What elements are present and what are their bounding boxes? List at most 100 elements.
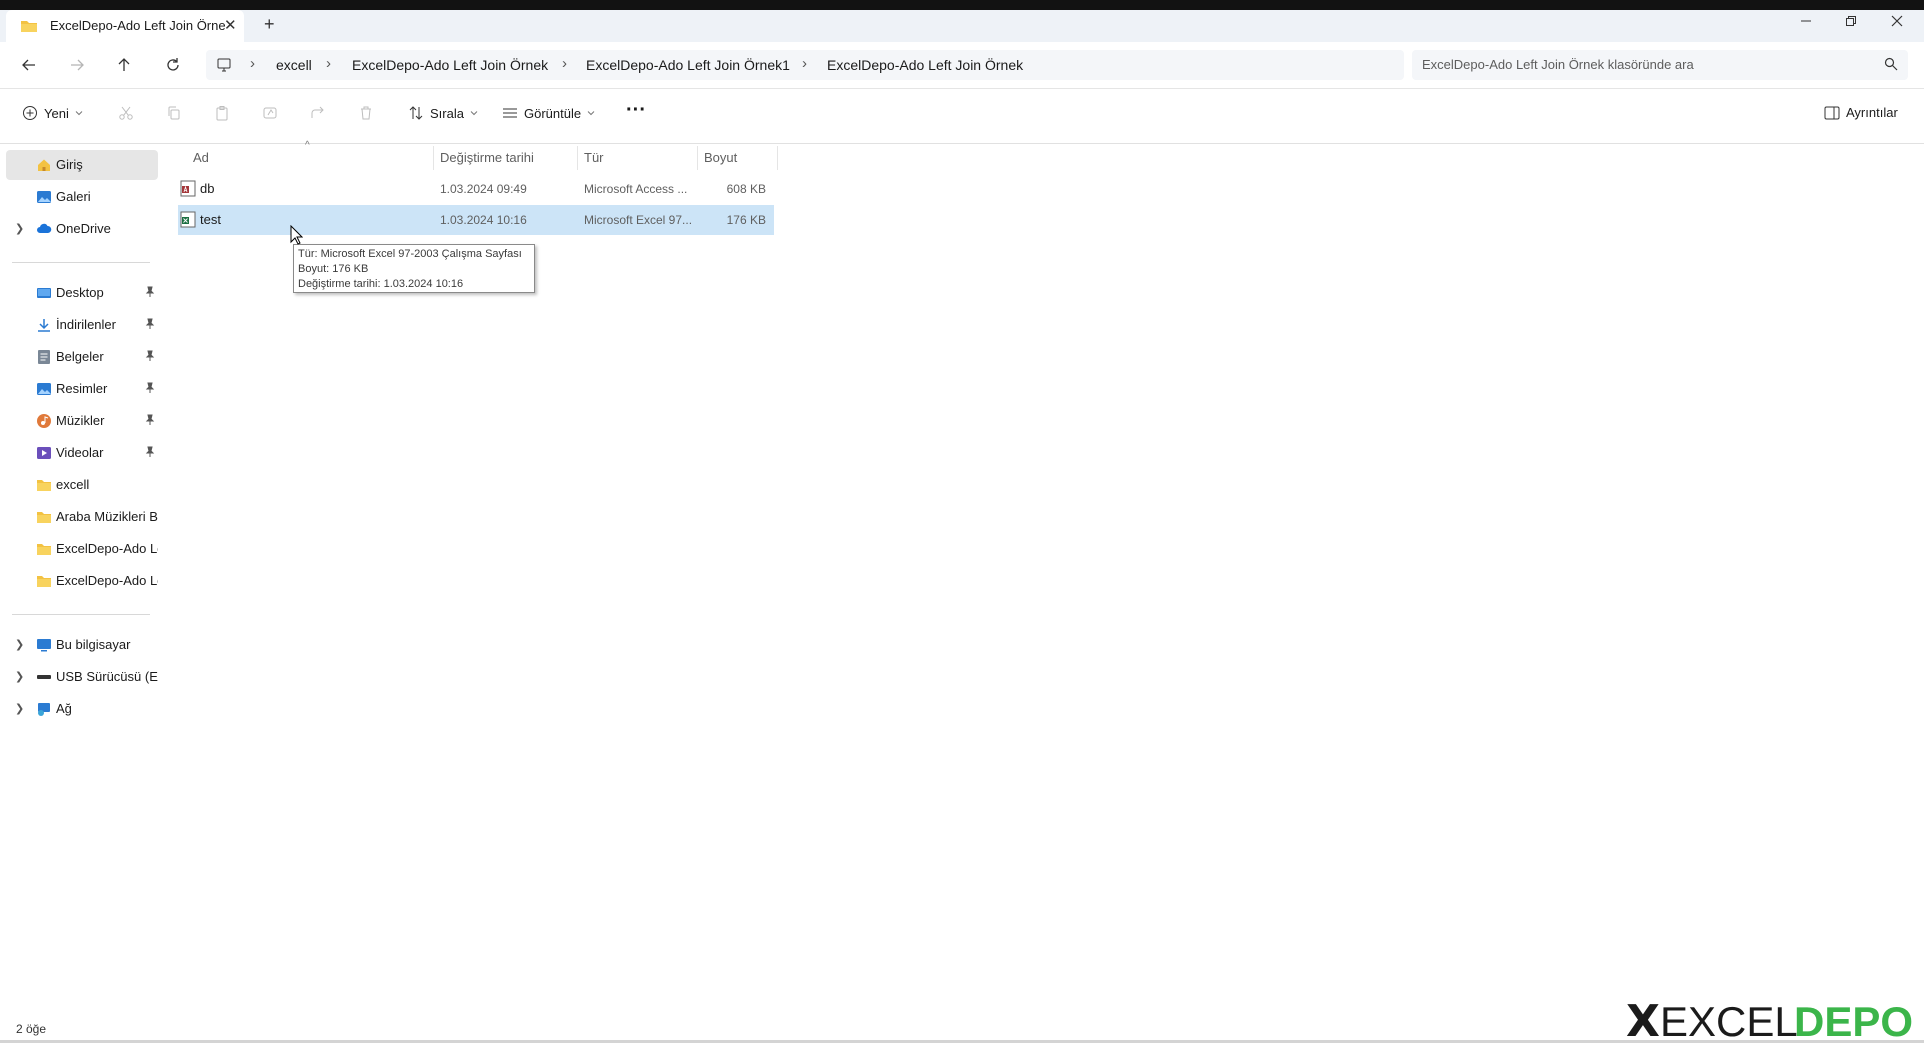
rename-button[interactable] [262, 105, 278, 121]
cloud-icon [37, 223, 52, 233]
sidebar-item-exceldepo-1[interactable]: ExcelDepo-Ado Lef [6, 534, 158, 564]
folder-icon [37, 512, 51, 523]
search-icon [1884, 57, 1898, 71]
arrow-left-icon [22, 59, 35, 71]
sidebar-item-araba-muzikleri[interactable]: Araba Müzikleri Bas [6, 502, 158, 532]
file-modified: 1.03.2024 10:16 [440, 213, 527, 227]
sidebar-item-label: Araba Müzikleri Bas [56, 509, 158, 524]
desktop-icon [37, 288, 51, 298]
exceldepo-logo: X EXCEL DEPO [1626, 996, 1913, 1043]
tab-close-button[interactable]: ✕ [224, 16, 237, 34]
column-divider[interactable] [577, 146, 578, 170]
file-size: 176 KB [726, 213, 766, 227]
paste-button[interactable] [214, 105, 230, 121]
file-row[interactable]: db 1.03.2024 09:49 Microsoft Access ... … [178, 174, 774, 204]
home-icon [38, 159, 50, 171]
minimize-icon [1801, 20, 1811, 22]
search-box[interactable]: ExcelDepo-Ado Left Join Örnek klasöründe… [1412, 50, 1908, 80]
scissors-icon [119, 106, 133, 120]
sidebar-item-label: Bu bilgisayar [56, 637, 131, 652]
sidebar-item-usb-drive[interactable]: ❯ USB Sürücüsü (E:) [6, 662, 158, 692]
column-header-modified[interactable]: Değiştirme tarihi [440, 150, 534, 165]
copy-icon [168, 106, 180, 120]
column-divider[interactable] [777, 146, 778, 170]
sort-button[interactable]: Sırala [408, 105, 478, 121]
sidebar-item-network[interactable]: ❯ Ağ [6, 694, 158, 724]
navigation-pane: Giriş Galeri ❯ OneDrive Desktop İndirile… [0, 144, 160, 1024]
sidebar-item-label: USB Sürücüsü (E:) [56, 669, 158, 684]
breadcrumb-separator: › [250, 55, 255, 72]
restore-icon [1846, 16, 1856, 26]
column-divider[interactable] [433, 146, 434, 170]
sidebar-item-pictures[interactable]: Resimler [6, 374, 158, 404]
mouse-cursor-icon [290, 225, 303, 245]
address-bar[interactable]: › excell › ExcelDepo-Ado Left Join Örnek… [206, 50, 1404, 80]
sidebar-divider [12, 262, 150, 263]
sidebar-item-home[interactable]: Giriş [6, 150, 158, 180]
chevron-down-icon [587, 111, 595, 116]
sidebar-item-gallery[interactable]: Galeri [6, 182, 158, 212]
column-header-size[interactable]: Boyut [704, 150, 737, 165]
chevron-right-icon[interactable]: ❯ [15, 702, 24, 715]
breadcrumb-folder-2[interactable]: ExcelDepo-Ado Left Join Örnek1 [586, 57, 790, 73]
pin-icon [145, 350, 155, 361]
breadcrumb-folder-3[interactable]: ExcelDepo-Ado Left Join Örnek [827, 57, 1023, 73]
restore-button[interactable] [1839, 14, 1863, 32]
plus-circle-icon [23, 106, 37, 120]
folder-icon [21, 21, 37, 32]
breadcrumb-excell[interactable]: excell [276, 57, 312, 73]
rename-icon [263, 107, 277, 119]
sidebar-item-music[interactable]: Müzikler [6, 406, 158, 436]
back-button[interactable] [16, 52, 42, 78]
sidebar-item-this-pc[interactable]: ❯ Bu bilgisayar [6, 630, 158, 660]
sidebar-item-exceldepo-2[interactable]: ExcelDepo-Ado Lef [6, 566, 158, 596]
view-button[interactable]: Görüntüle [502, 105, 595, 121]
up-button[interactable] [111, 52, 137, 78]
sidebar-item-desktop[interactable]: Desktop [6, 278, 158, 308]
delete-button[interactable] [358, 105, 374, 121]
tooltip-type: Tür: Microsoft Excel 97-2003 Çalışma Say… [298, 248, 522, 260]
chevron-right-icon[interactable]: ❯ [15, 638, 24, 651]
sidebar-item-label: Müzikler [56, 413, 105, 428]
breadcrumb-folder-1[interactable]: ExcelDepo-Ado Left Join Örnek [352, 57, 548, 73]
computer-icon [37, 639, 51, 652]
sidebar-divider [12, 614, 150, 615]
share-button[interactable] [310, 105, 326, 121]
sidebar-item-label: ExcelDepo-Ado Lef [56, 573, 158, 588]
column-header-type[interactable]: Tür [584, 150, 604, 165]
cut-button[interactable] [118, 105, 134, 121]
video-icon [37, 447, 51, 459]
sidebar-item-label: Videolar [56, 445, 104, 460]
forward-button[interactable] [64, 52, 90, 78]
sidebar-item-documents[interactable]: Belgeler [6, 342, 158, 372]
close-window-button[interactable] [1885, 14, 1909, 32]
file-name: db [200, 181, 215, 196]
share-icon [311, 106, 324, 118]
sidebar-item-label: excell [56, 477, 90, 492]
new-tab-button[interactable]: + [264, 14, 275, 35]
details-pane-label: Ayrıntılar [1846, 105, 1898, 120]
column-divider[interactable] [697, 146, 698, 170]
tab-active[interactable]: ExcelDepo-Ado Left Join Örne ✕ [6, 10, 244, 42]
copy-button[interactable] [166, 105, 182, 121]
access-file-icon [180, 180, 196, 197]
file-row-selected[interactable]: test 1.03.2024 10:16 Microsoft Excel 97.… [178, 205, 774, 235]
refresh-button[interactable] [160, 52, 186, 78]
minimize-button[interactable] [1794, 14, 1818, 32]
excel-file-icon [180, 211, 196, 228]
document-icon [38, 350, 50, 364]
pin-icon [145, 286, 155, 297]
file-tooltip: Tür: Microsoft Excel 97-2003 Çalışma Say… [293, 244, 535, 293]
details-pane-button[interactable]: Ayrıntılar [1824, 105, 1898, 120]
chevron-right-icon[interactable]: ❯ [15, 670, 24, 683]
sidebar-item-excell[interactable]: excell [6, 470, 158, 500]
chevron-right-icon[interactable]: ❯ [15, 222, 24, 235]
sidebar-item-downloads[interactable]: İndirilenler [6, 310, 158, 340]
breadcrumb-separator: › [562, 55, 567, 72]
sidebar-item-videos[interactable]: Videolar [6, 438, 158, 468]
pin-icon [145, 446, 155, 457]
column-header-name[interactable]: Ad [193, 150, 209, 165]
sidebar-item-onedrive[interactable]: ❯ OneDrive [6, 214, 158, 244]
more-options-button[interactable]: ··· [626, 99, 646, 122]
new-button[interactable]: Yeni [22, 105, 83, 121]
